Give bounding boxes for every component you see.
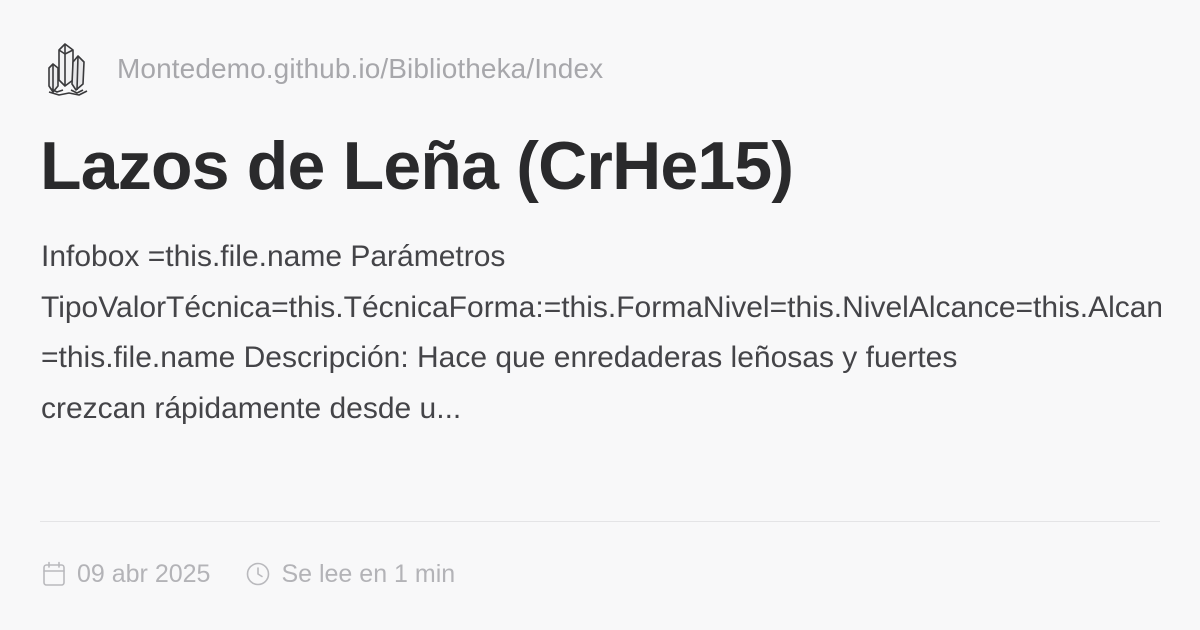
site-header: Montedemo.github.io/Bibliotheka/Index: [45, 40, 603, 98]
publish-date: 09 abr 2025: [77, 559, 211, 588]
description-line: TipoValorTécnica=this.TécnicaForma:=this…: [41, 290, 1161, 324]
divider: [40, 521, 1160, 522]
meta-row: 09 abr 2025 Se lee en 1 min: [42, 556, 455, 592]
description-line: crezcan rápidamente desde u...: [41, 391, 462, 425]
calendar-icon: [42, 561, 66, 587]
date-meta: 09 abr 2025: [42, 560, 210, 589]
description-line: =this.file.name Descripción: Hace que en…: [41, 341, 958, 374]
description-line: Infobox =this.file.name Parámetros: [41, 240, 506, 273]
read-time: Se lee en 1 min: [281, 559, 456, 588]
read-time-meta: Se lee en 1 min: [246, 560, 455, 589]
crystal-cluster-icon: [45, 40, 91, 98]
site-url[interactable]: Montedemo.github.io/Bibliotheka/Index: [117, 53, 603, 85]
page-description: Infobox =this.file.name Parámetros TipoV…: [41, 232, 1161, 434]
page-title: Lazos de Leña (CrHe15): [40, 128, 794, 204]
clock-icon: [246, 561, 270, 587]
preview-card: Montedemo.github.io/Bibliotheka/Index La…: [0, 0, 1200, 630]
